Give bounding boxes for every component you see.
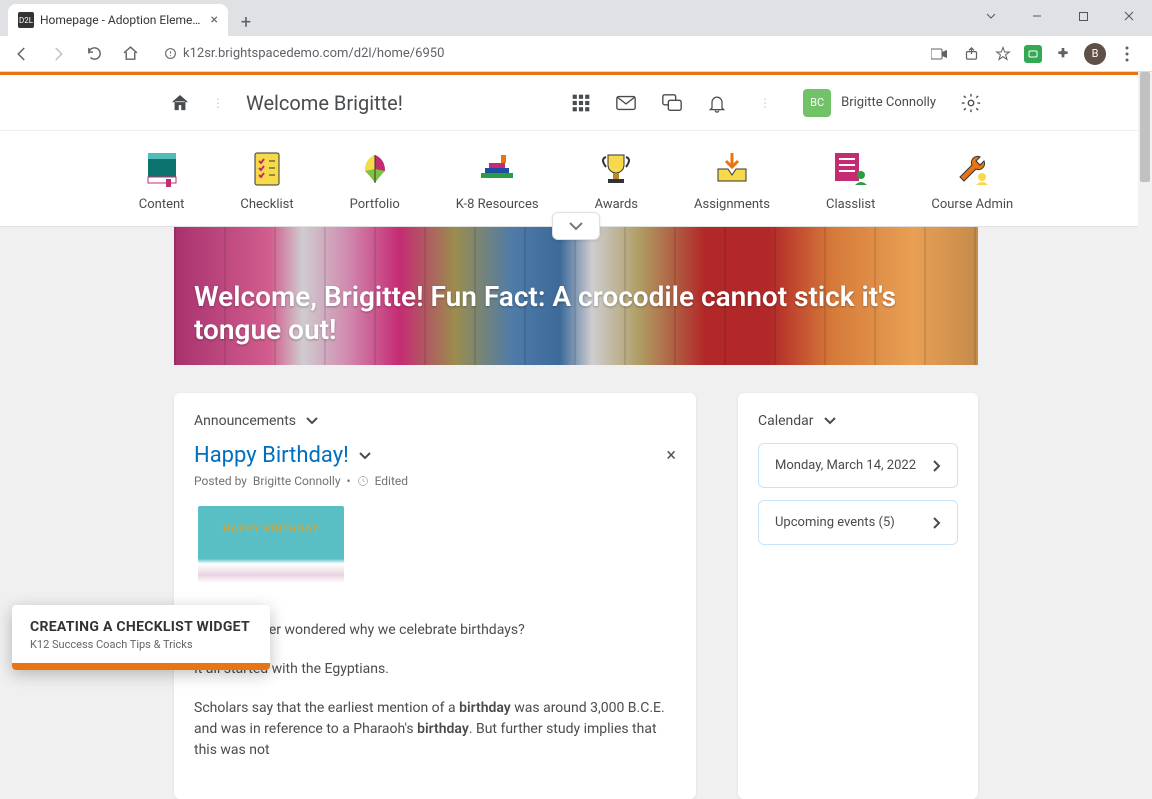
separator: ⋮ — [759, 96, 771, 110]
scrollbar[interactable] — [1138, 72, 1152, 720]
address-bar[interactable]: k12sr.brightspacedemo.com/d2l/home/6950 — [152, 40, 920, 68]
url-text: k12sr.brightspacedemo.com/d2l/home/6950 — [183, 46, 444, 61]
separator: ⋮ — [212, 96, 224, 110]
nav-classlist[interactable]: Classlist — [826, 149, 875, 212]
calendar-date-row[interactable]: Monday, March 14, 2022 — [758, 443, 958, 488]
home-icon[interactable] — [170, 93, 190, 113]
widget-title: Announcements — [194, 413, 296, 429]
chevron-down-icon[interactable] — [968, 0, 1014, 32]
apps-grid-icon[interactable] — [571, 93, 591, 113]
extension-icon[interactable] — [1024, 45, 1042, 63]
discussions-icon[interactable] — [661, 92, 683, 114]
calendar-date: Monday, March 14, 2022 — [775, 458, 916, 473]
classlist-icon — [831, 149, 871, 189]
nav-course-admin[interactable]: Course Admin — [931, 149, 1013, 212]
site-info-icon[interactable] — [164, 47, 177, 60]
nav-label: Portfolio — [350, 197, 400, 212]
tab-title: Homepage - Adoption Elementa… — [40, 13, 205, 27]
favicon: D2L — [18, 12, 34, 28]
maximize-window[interactable] — [1060, 0, 1106, 32]
close-tab-icon[interactable]: × — [211, 12, 218, 28]
close-window[interactable] — [1106, 0, 1152, 32]
profile-avatar[interactable]: B — [1084, 43, 1106, 65]
share-icon[interactable] — [960, 43, 982, 65]
books-icon — [477, 149, 517, 189]
chevron-down-icon — [824, 417, 836, 425]
calendar-header[interactable]: Calendar — [758, 413, 958, 429]
user-avatar: BC — [803, 89, 831, 117]
inbox-download-icon — [712, 149, 752, 189]
chevron-down-icon — [359, 452, 371, 460]
upcoming-events-label: Upcoming events (5) — [775, 515, 895, 530]
forward-button[interactable] — [44, 40, 72, 68]
edited-label: Edited — [375, 474, 408, 488]
reload-button[interactable] — [80, 40, 108, 68]
expand-nav-button[interactable] — [552, 212, 600, 240]
nav-label: Content — [139, 197, 185, 212]
nav-assignments[interactable]: Assignments — [694, 149, 770, 212]
nav-label: K-8 Resources — [456, 197, 539, 212]
nav-portfolio[interactable]: Portfolio — [350, 149, 400, 212]
user-menu[interactable]: BC Brigitte Connolly — [803, 89, 936, 117]
separator-dot: • — [347, 474, 351, 488]
nav-content[interactable]: Content — [139, 149, 185, 212]
overlay-accent-bar — [12, 663, 270, 670]
wrench-icon — [952, 149, 992, 189]
announcement-title: Happy Birthday! — [194, 443, 349, 468]
announcements-header[interactable]: Announcements — [194, 413, 676, 429]
trophy-icon — [596, 149, 636, 189]
announcement-image — [198, 506, 344, 602]
camera-icon[interactable] — [928, 43, 950, 65]
nav-label: Checklist — [240, 197, 293, 212]
posted-by-prefix: Posted by — [194, 474, 247, 488]
page-title: Welcome Brigitte! — [246, 91, 403, 115]
home-button[interactable] — [116, 40, 144, 68]
announcement-title-link[interactable]: Happy Birthday! — [194, 443, 371, 468]
overlay-title: CREATING A CHECKLIST WIDGET — [30, 619, 252, 635]
scrollbar-thumb[interactable] — [1140, 72, 1150, 182]
leaf-icon — [355, 149, 395, 189]
back-button[interactable] — [8, 40, 36, 68]
browser-tab[interactable]: D2L Homepage - Adoption Elementa… × — [8, 4, 228, 36]
nav-checklist[interactable]: Checklist — [240, 149, 293, 212]
minimize-window[interactable] — [1014, 0, 1060, 32]
nav-resources[interactable]: K-8 Resources — [456, 149, 539, 212]
nav-label: Classlist — [826, 197, 875, 212]
mail-icon[interactable] — [615, 92, 637, 114]
extensions-puzzle-icon[interactable] — [1052, 43, 1074, 65]
tutorial-overlay-card[interactable]: CREATING A CHECKLIST WIDGET K12 Success … — [12, 605, 270, 670]
calendar-widget: Calendar Monday, March 14, 2022 Upcoming… — [738, 393, 978, 799]
chevron-right-icon — [933, 517, 941, 529]
widget-title: Calendar — [758, 413, 814, 429]
nav-label: Assignments — [694, 197, 770, 212]
settings-gear-icon[interactable] — [960, 92, 982, 114]
banner-text: Welcome, Brigitte! Fun Fact: A crocodile… — [194, 280, 958, 347]
clock-icon — [357, 475, 369, 487]
notifications-icon[interactable] — [707, 92, 727, 114]
course-banner: Welcome, Brigitte! Fun Fact: A crocodile… — [174, 227, 978, 365]
user-name: Brigitte Connolly — [841, 95, 936, 110]
overlay-subtitle: K12 Success Coach Tips & Tricks — [30, 638, 252, 651]
kebab-menu-icon[interactable] — [1116, 43, 1138, 65]
bookmark-icon[interactable] — [992, 43, 1014, 65]
nav-label: Awards — [595, 197, 638, 212]
chevron-down-icon — [306, 417, 318, 425]
nav-awards[interactable]: Awards — [595, 149, 638, 212]
chevron-right-icon — [933, 460, 941, 472]
book-icon — [142, 149, 182, 189]
new-tab-button[interactable]: + — [232, 8, 260, 36]
announcement-author: Brigitte Connolly — [253, 474, 341, 488]
checklist-icon — [247, 149, 287, 189]
announcement-paragraph: Scholars say that the earliest mention o… — [194, 698, 676, 761]
calendar-upcoming-row[interactable]: Upcoming events (5) — [758, 500, 958, 545]
announcements-widget: Announcements Happy Birthday! × Posted b… — [174, 393, 696, 799]
nav-label: Course Admin — [931, 197, 1013, 212]
dismiss-announcement-button[interactable]: × — [666, 445, 676, 466]
